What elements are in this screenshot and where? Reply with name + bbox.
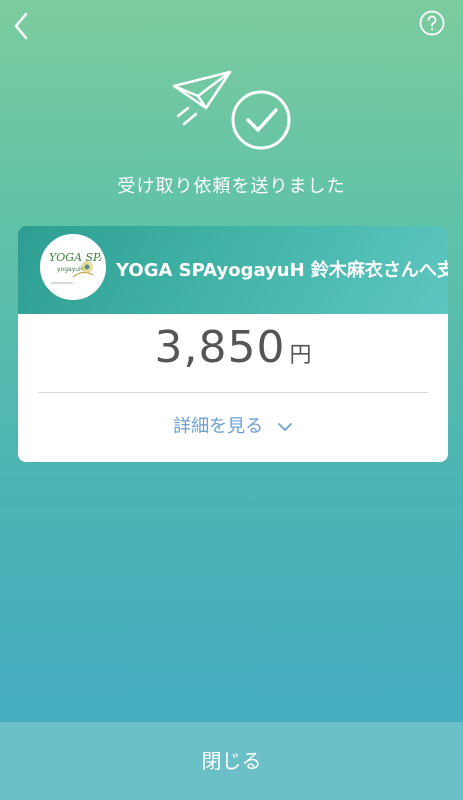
currency-label: 円 — [289, 343, 312, 368]
top-bar — [0, 0, 463, 50]
amount-row: 3,850 円 — [18, 322, 448, 373]
details-toggle[interactable]: 詳細を見る — [18, 412, 448, 438]
svg-text:yogayuH: yogayuH — [57, 266, 84, 273]
success-message: 受け取り依頼を送りました — [117, 176, 346, 197]
chevron-down-icon — [277, 423, 292, 431]
payment-card: YOGA SPA yogayuH YOGA SPAyogayuH 鈴木麻衣さんへ… — [18, 226, 448, 462]
merchant-logo-text: YOGA SPA — [49, 251, 103, 264]
merchant-text: YOGA SPAyogayuH 鈴木麻衣さんへ支払 — [116, 260, 448, 281]
question-circle-icon[interactable] — [419, 10, 445, 36]
details-label: 詳細を見る — [173, 416, 264, 437]
merchant-logo: YOGA SPA yogayuH — [40, 234, 106, 300]
paper-plane-check-icon — [172, 70, 291, 150]
divider — [38, 392, 428, 393]
card-header: YOGA SPA yogayuH YOGA SPAyogayuH 鈴木麻衣さんへ… — [18, 226, 448, 314]
close-button[interactable]: 閉じる — [0, 722, 463, 800]
payment-amount: 3,850 — [154, 322, 286, 373]
merchant-logo-image: YOGA SPA yogayuH — [43, 237, 103, 297]
chevron-left-icon[interactable] — [10, 10, 32, 42]
